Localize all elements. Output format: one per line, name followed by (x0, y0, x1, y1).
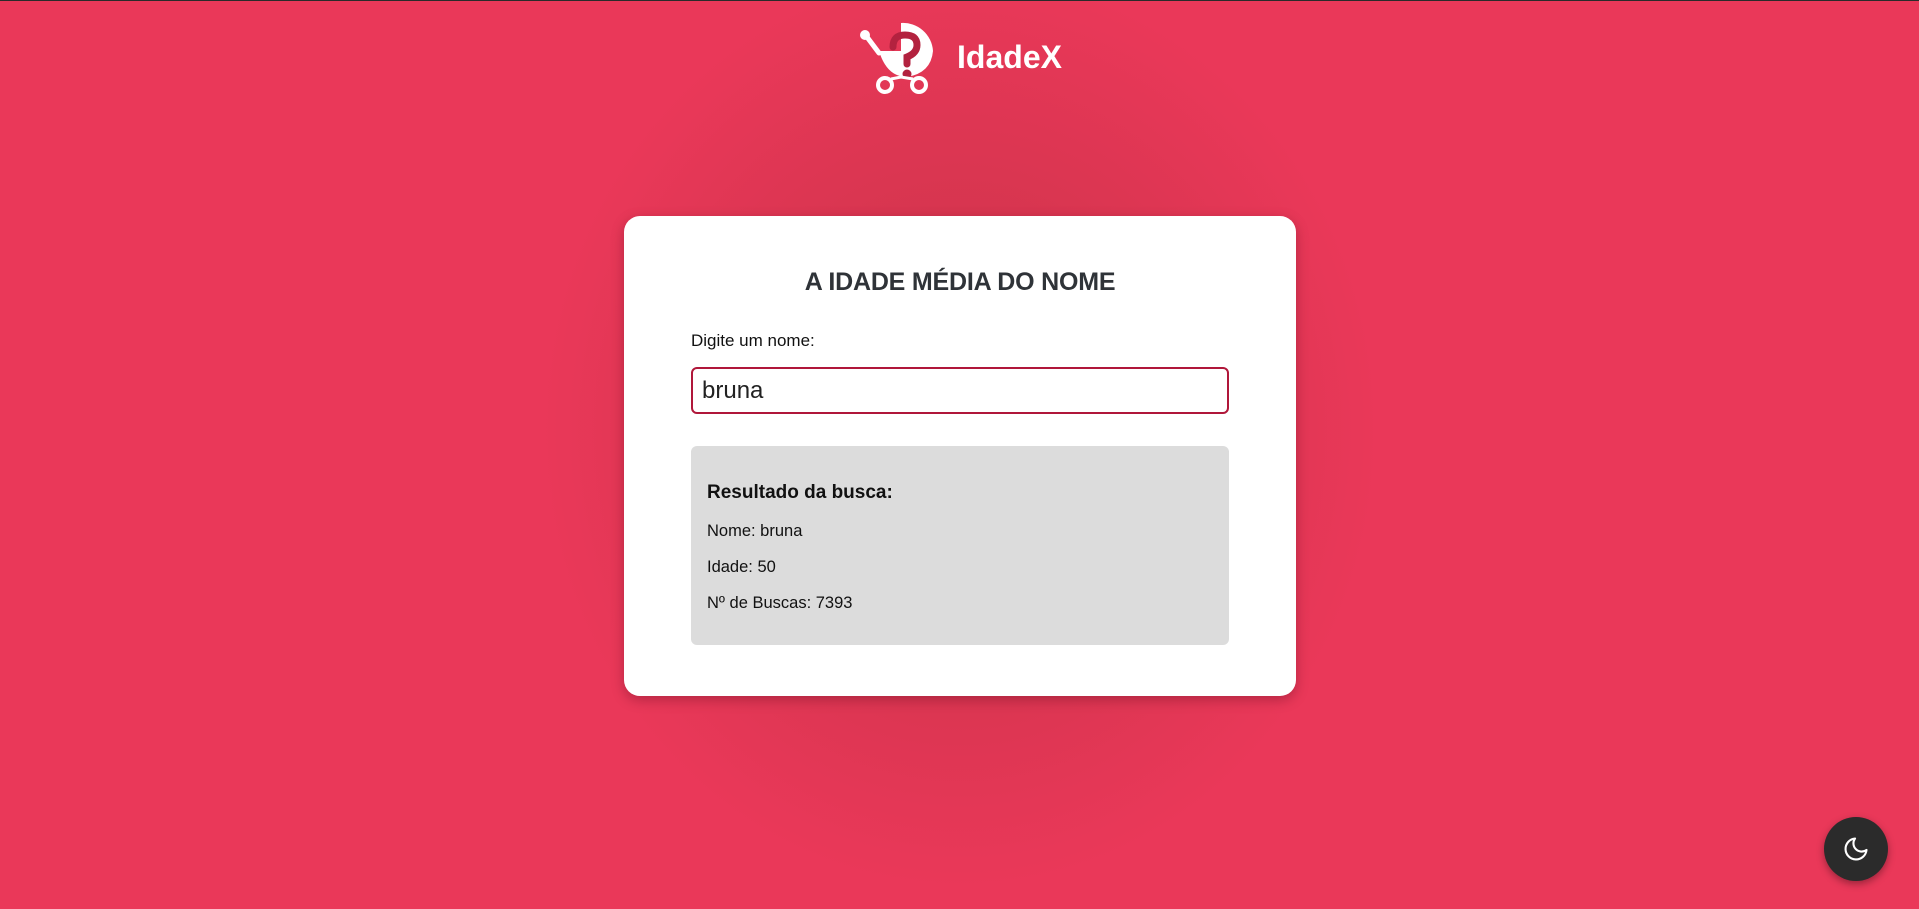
page-title: A IDADE MÉDIA DO NOME (804, 268, 1116, 296)
app-header: IdadeX (0, 17, 1919, 95)
name-input-label: Digite um nome: (691, 331, 815, 350)
baby-stroller-question-icon (860, 22, 934, 94)
brand-name: IdadeX (957, 38, 1062, 75)
dark-mode-toggle-button[interactable] (1824, 817, 1888, 881)
result-name: Nome: bruna (707, 522, 803, 540)
result-title: Resultado da busca: (707, 482, 893, 503)
search-card: A IDADE MÉDIA DO NOME Digite um nome: Re… (624, 216, 1296, 696)
result-age: Idade: 50 (707, 558, 776, 576)
result-search-count: Nº de Buscas: 7393 (707, 594, 853, 612)
moon-icon (1844, 837, 1868, 861)
search-result-panel: Resultado da busca: Nome: bruna Idade: 5… (691, 446, 1229, 645)
name-input[interactable] (691, 367, 1229, 414)
